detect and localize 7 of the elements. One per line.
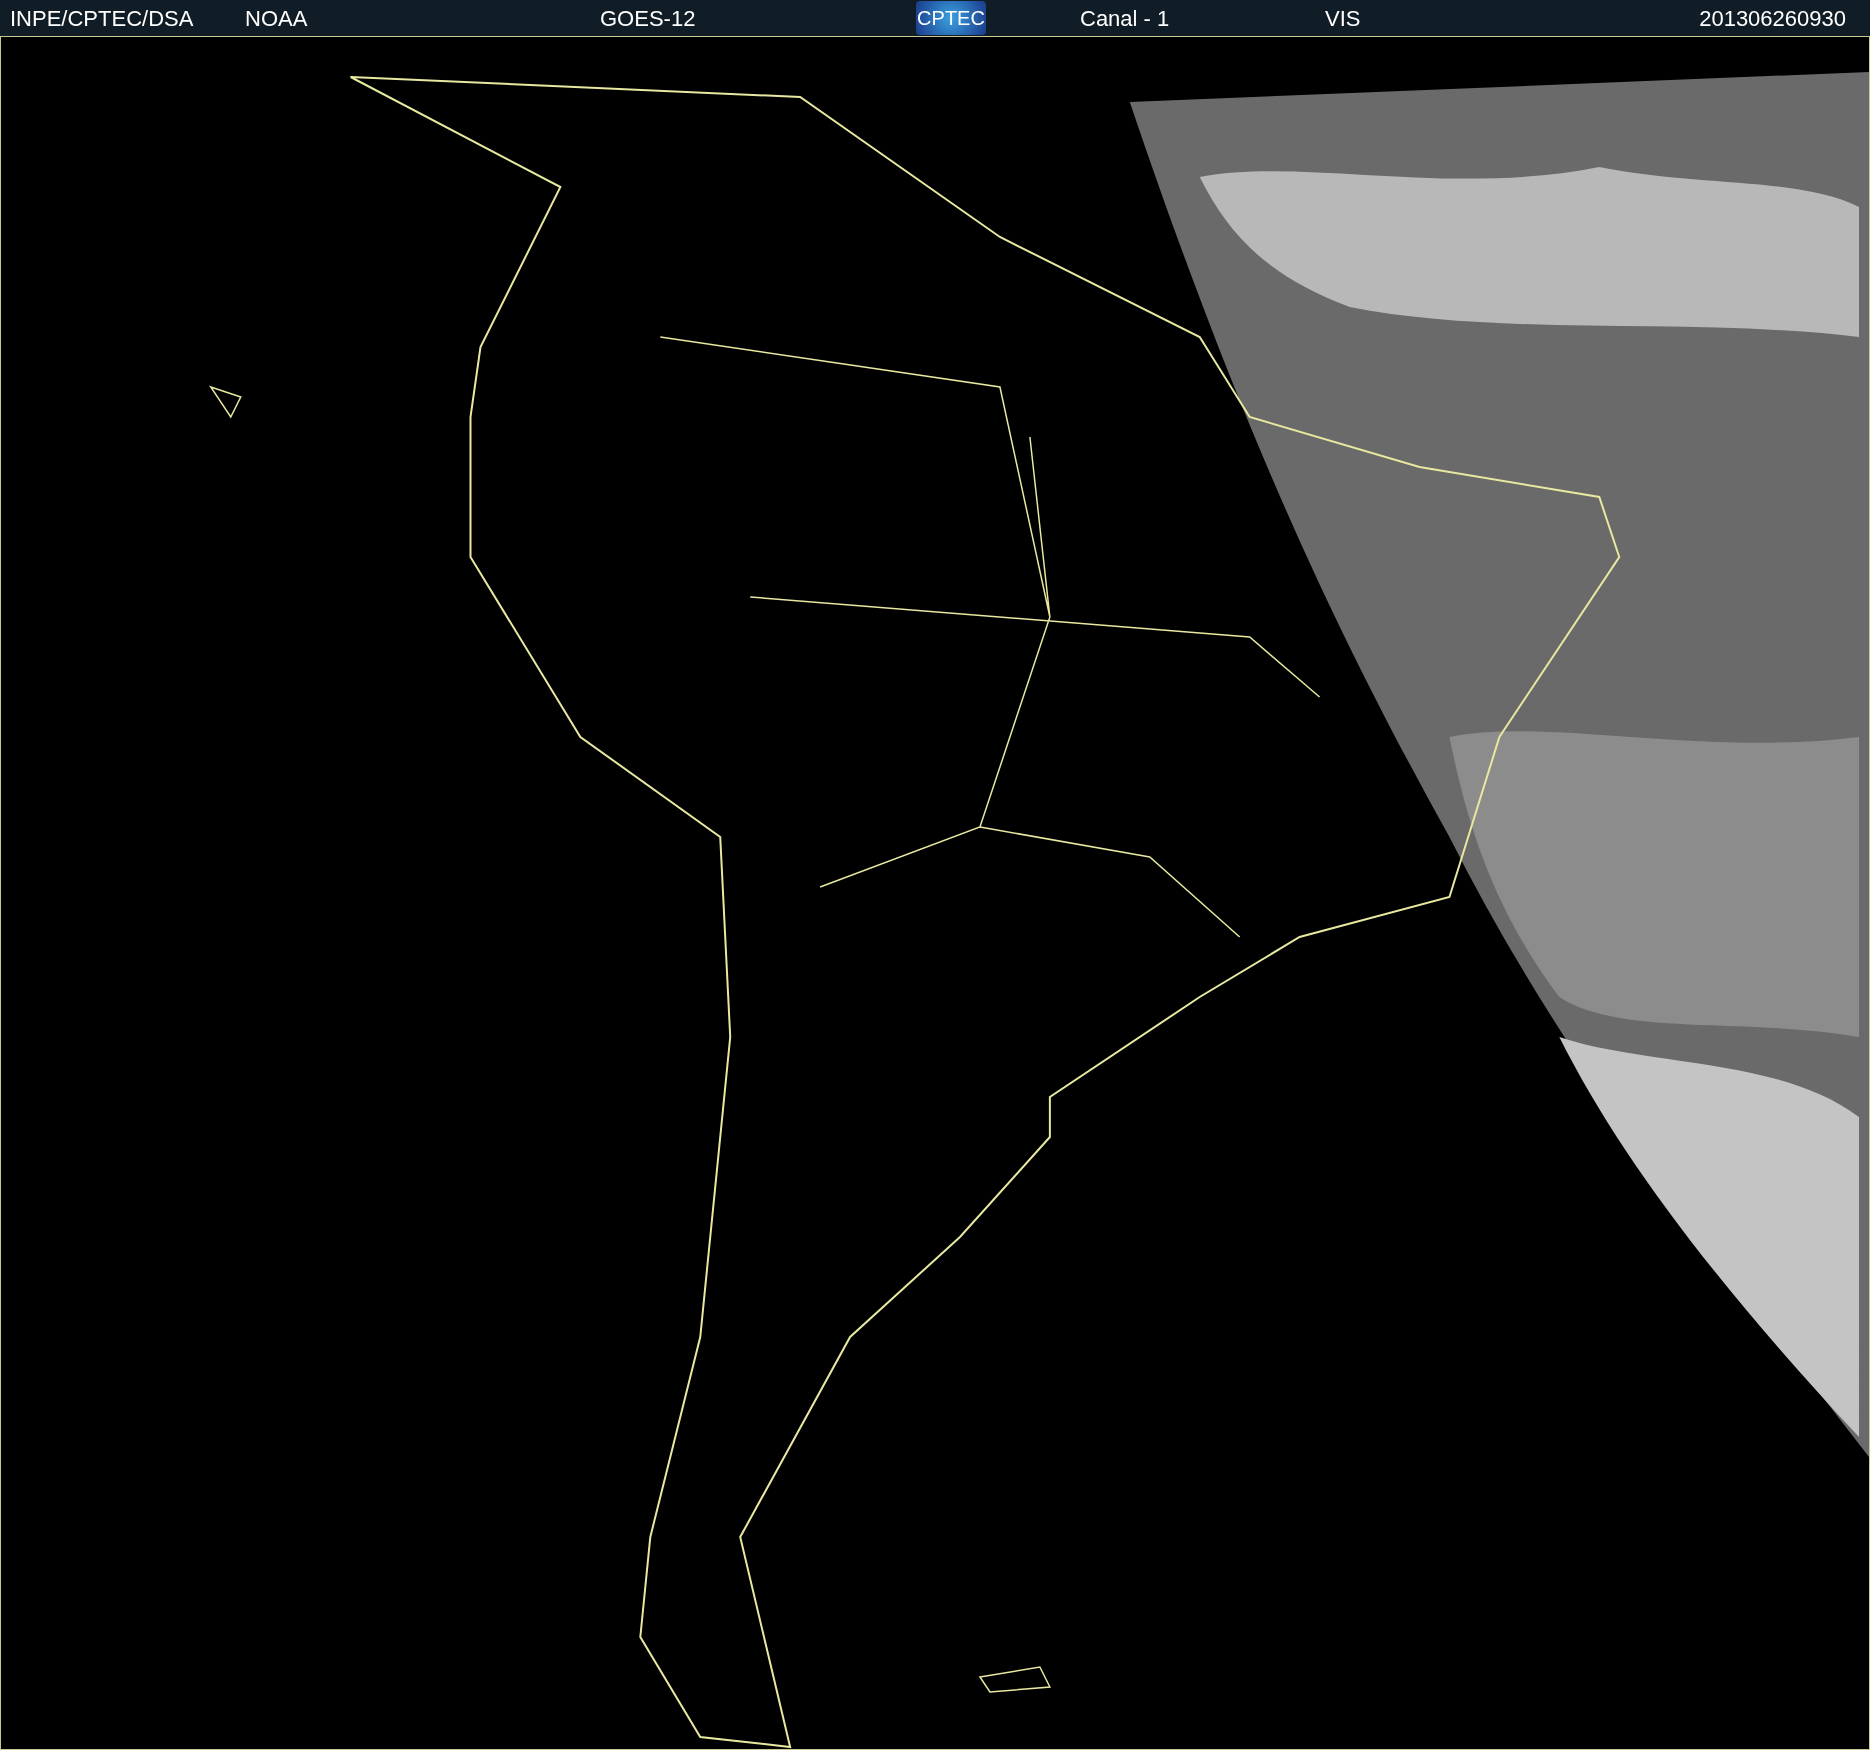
- channel-label: Canal - 1: [1080, 5, 1170, 31]
- band-label: VIS: [1325, 5, 1361, 31]
- source-label: NOAA: [245, 5, 308, 31]
- satellite-label: GOES-12: [600, 5, 696, 31]
- cptec-logo: CPTEC: [916, 1, 986, 35]
- timestamp-label: 201306260930: [1699, 5, 1846, 31]
- agency-label: INPE/CPTEC/DSA: [10, 5, 194, 31]
